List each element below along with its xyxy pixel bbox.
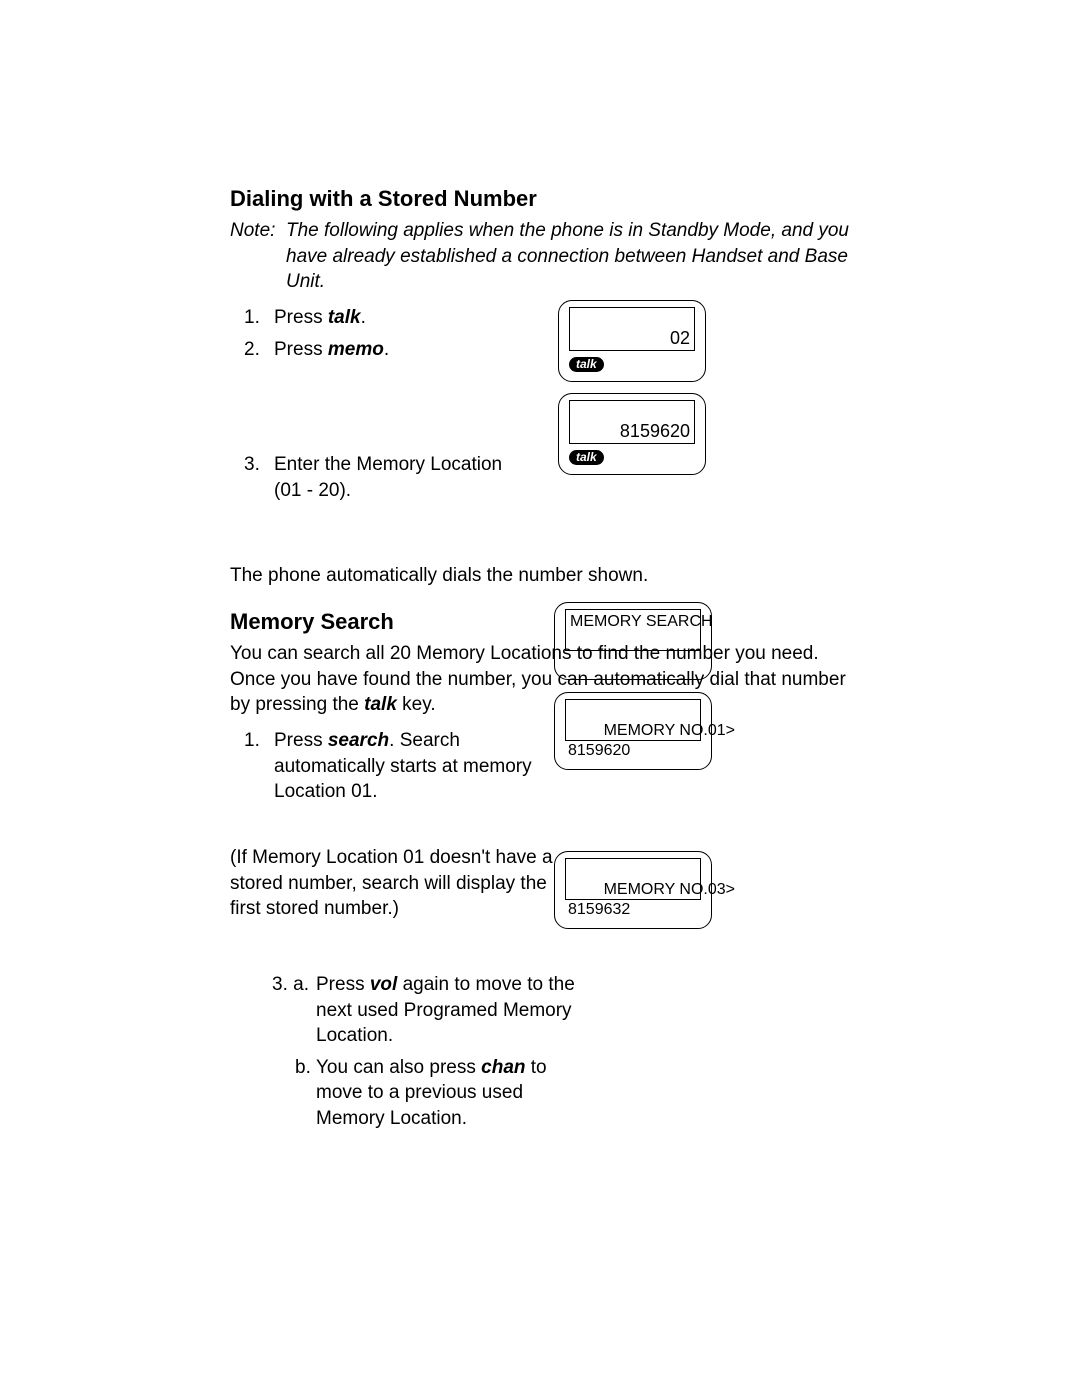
lcd-text: 02 [670,328,690,348]
text: key. [397,694,436,715]
lcd-text: MEMORY NO.01> 8159620 [568,701,735,781]
text: Press [274,730,328,751]
step-number: 1. [244,728,274,805]
lcd-screen: MEMORY SEARCH [565,609,701,651]
note-text: The following applies when the phone is … [286,218,850,295]
lcd-display-5: MEMORY NO.03>8159632 [554,851,712,929]
step-text: You can also press chan to move to a pre… [316,1055,586,1132]
lcd-screen: 02 [569,307,695,351]
heading-dialing: Dialing with a Stored Number [230,186,850,212]
key-memo: memo [328,339,384,360]
intro-text: You can search all 20 Memory Locations t… [230,641,850,718]
lcd-screen: 8159620 [569,400,695,444]
text: Press [274,339,328,360]
lcd-text: 8159620 [620,421,690,441]
lcd-text: MEMORY NO.03> 8159632 [568,860,735,940]
step-text: Press search. Search automatically start… [274,728,564,805]
step-label: 3. a. [272,972,316,1049]
step-text: Enter the Memory Location (01 - 20). [274,452,534,503]
lcd-display-1: 02 talk [558,300,706,382]
step-label: b. [295,1055,316,1132]
lcd-display-3: MEMORY SEARCH [554,602,712,680]
lcd-line-1: MEMORY NO.03> [595,881,735,898]
note-block: Note: The following applies when the pho… [230,218,850,295]
step-1: 1. Press talk. [230,305,850,331]
step-text: Press vol again to move to the next used… [316,972,576,1049]
step-2: 2. Press memo. [230,337,850,363]
step-number: 3. [244,452,274,503]
talk-pill-icon: talk [569,357,604,372]
result-text: The phone automatically dials the number… [230,563,850,589]
key-vol: vol [370,974,397,995]
heading-memory-search: Memory Search [230,609,850,635]
step-3: 3. Enter the Memory Location (01 - 20). [230,452,850,503]
lcd-display-4: MEMORY NO.01>8159620 [554,692,712,770]
text: You can search all 20 Memory Locations t… [230,643,846,715]
para-2: (If Memory Location 01 doesn't have a st… [230,845,570,922]
text: . [384,339,389,360]
step-number: 2. [244,337,274,363]
text: . [361,307,366,328]
step-3a: 3. a. Press vol again to move to the nex… [272,972,850,1049]
lcd-screen: MEMORY NO.03>8159632 [565,858,701,900]
lcd-text: MEMORY SEARCH [570,612,713,632]
key-talk: talk [328,307,361,328]
lcd-line-1: MEMORY NO.01> [595,722,735,739]
lcd-display-2: 8159620 talk [558,393,706,475]
talk-pill-icon: talk [569,450,604,465]
key-search: search [328,730,389,751]
key-chan: chan [481,1057,525,1078]
step-3b: b. You can also press chan to move to a … [295,1055,850,1132]
text: Press [316,974,370,995]
text: You can also press [316,1057,481,1078]
note-label: Note: [230,218,286,295]
lcd-line-2: 8159632 [568,901,630,918]
lcd-line-2: 8159620 [568,742,630,759]
search-step-1: 1. Press search. Search automatically st… [230,728,850,805]
text: Press [274,307,328,328]
lcd-screen: MEMORY NO.01>8159620 [565,699,701,741]
key-talk: talk [364,694,397,715]
step-number: 1. [244,305,274,331]
